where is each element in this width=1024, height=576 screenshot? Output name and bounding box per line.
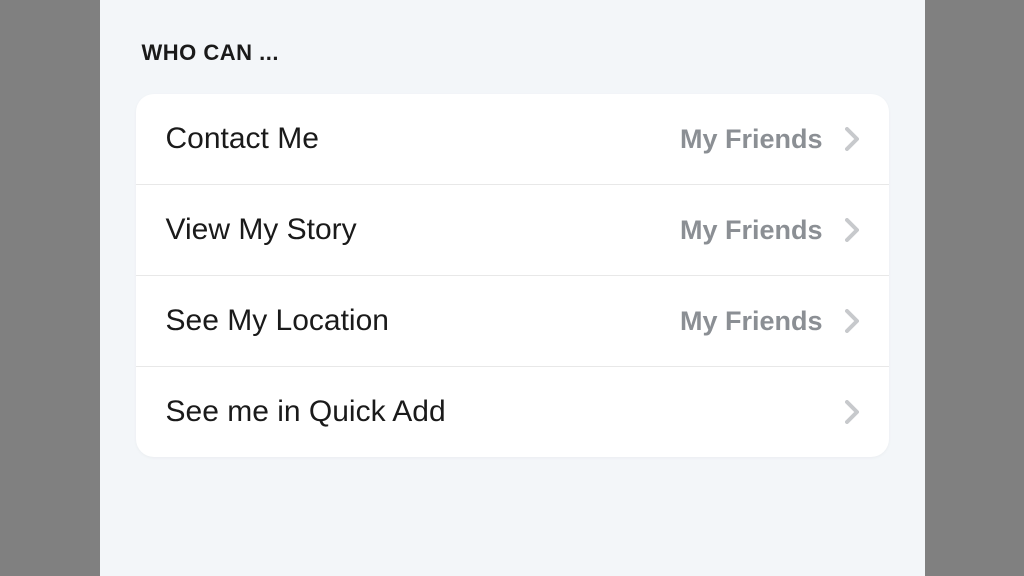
chevron-right-icon bbox=[845, 127, 859, 151]
row-right: My Friends bbox=[680, 215, 859, 246]
chevron-right-icon bbox=[845, 218, 859, 242]
row-see-me-in-quick-add[interactable]: See me in Quick Add bbox=[136, 366, 889, 457]
row-label: View My Story bbox=[166, 213, 357, 247]
row-value: My Friends bbox=[680, 215, 823, 246]
row-value: My Friends bbox=[680, 306, 823, 337]
row-value: My Friends bbox=[680, 124, 823, 155]
row-view-my-story[interactable]: View My Story My Friends bbox=[136, 184, 889, 275]
row-right: My Friends bbox=[680, 306, 859, 337]
row-right bbox=[823, 400, 859, 424]
row-see-my-location[interactable]: See My Location My Friends bbox=[136, 275, 889, 366]
section-title: WHO CAN ... bbox=[142, 40, 889, 66]
row-right: My Friends bbox=[680, 124, 859, 155]
chevron-right-icon bbox=[845, 400, 859, 424]
row-label: Contact Me bbox=[166, 122, 319, 156]
row-contact-me[interactable]: Contact Me My Friends bbox=[136, 94, 889, 184]
settings-panel: WHO CAN ... Contact Me My Friends View M… bbox=[100, 0, 925, 576]
settings-card: Contact Me My Friends View My Story My F… bbox=[136, 94, 889, 457]
chevron-right-icon bbox=[845, 309, 859, 333]
row-label: See me in Quick Add bbox=[166, 395, 446, 429]
row-label: See My Location bbox=[166, 304, 389, 338]
